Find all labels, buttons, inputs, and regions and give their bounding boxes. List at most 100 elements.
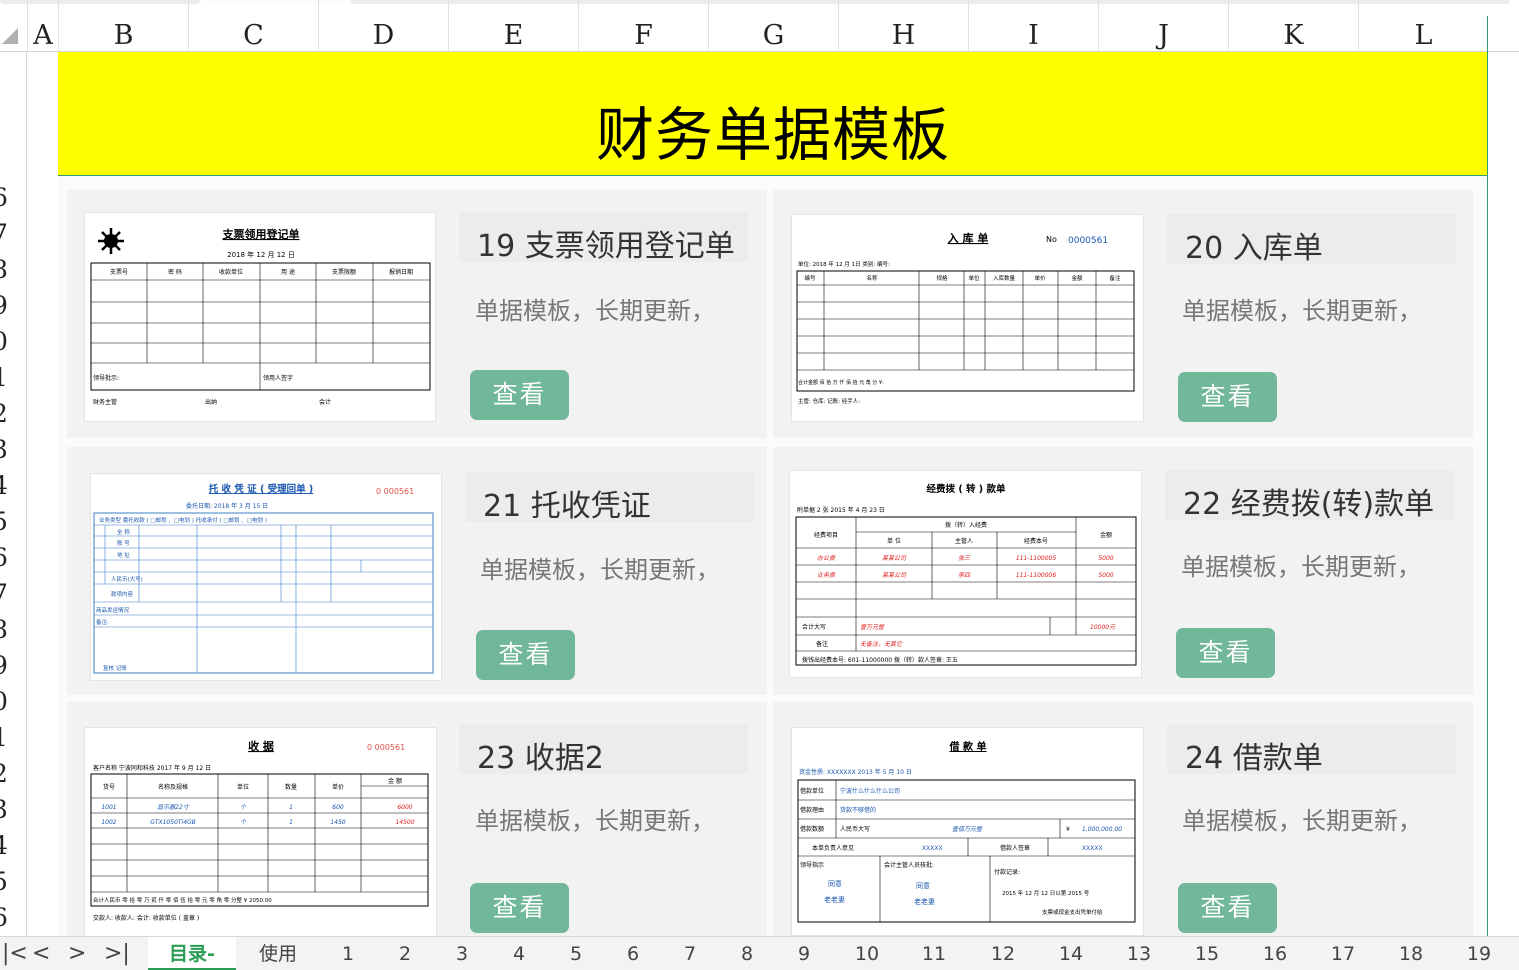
template-card-23: 收 据 0 000561 客户名称 宁波同和科技 2017 年 9 月 12 日 xyxy=(67,702,767,950)
template-card-19: 支票领用登记单 2018 年 12 月 12 日 支票号 密 码 收款单位 用 … xyxy=(67,190,767,438)
svg-text:地 址: 地 址 xyxy=(117,551,130,559)
row-header[interactable]: 7 xyxy=(0,219,8,248)
svg-text:¥: ¥ xyxy=(1066,826,1070,833)
svg-text:商品发运情况: 商品发运情况 xyxy=(96,606,130,614)
sheet-tab[interactable]: 3 xyxy=(442,937,482,970)
view-button[interactable]: 查看 xyxy=(1178,372,1277,422)
thumbnail-check-register[interactable]: 支票领用登记单 2018 年 12 月 12 日 支票号 密 码 收款单位 用 … xyxy=(84,212,436,422)
card-title: 21 托收凭证 xyxy=(483,489,651,524)
sheet-tab[interactable]: 17 xyxy=(1321,937,1365,970)
row-header-bar: 6 7 8 9 0 1 2 3 4 5 6 7 8 9 0 1 2 3 4 5 … xyxy=(0,52,27,936)
row-header[interactable]: 5 xyxy=(0,507,8,536)
sheet-tab[interactable]: 13 xyxy=(1117,937,1161,970)
svg-text:张三: 张三 xyxy=(958,555,971,562)
svg-text:主管: 仓库:: 主管: 仓库: 记账: 经手人: xyxy=(798,397,860,405)
svg-text:0000561: 0000561 xyxy=(1068,236,1108,246)
thumbnail-warehouse-receipt[interactable]: 入 库 单 No 0000561 单位: 2018 年 12 月 1日 类别: … xyxy=(791,214,1144,422)
row-header[interactable]: 7 xyxy=(0,579,8,608)
svg-text:业务费: 业务费 xyxy=(817,571,836,579)
view-button[interactable]: 查看 xyxy=(1178,883,1277,933)
column-header-i[interactable]: I xyxy=(968,0,1098,52)
row-header[interactable]: 5 xyxy=(0,867,8,896)
sheet-tab[interactable]: 4 xyxy=(499,937,539,970)
svg-text:人民币(大写): 人民币(大写) xyxy=(111,575,143,583)
next-sheet-icon[interactable]: > xyxy=(68,941,86,966)
row-header[interactable]: 8 xyxy=(0,615,8,644)
svg-text:财务主管: 财务主管 xyxy=(93,398,117,406)
svg-text:领导指示: 领导指示 xyxy=(800,861,824,869)
sheet-tab[interactable]: 8 xyxy=(727,937,767,970)
sheet-tab[interactable]: 2 xyxy=(385,937,425,970)
svg-text:支票限额: 支票限额 xyxy=(332,268,356,276)
svg-text:0 000561: 0 000561 xyxy=(376,487,414,496)
sheet-tab[interactable]: 15 xyxy=(1185,937,1229,970)
row-header[interactable]: 2 xyxy=(0,759,8,788)
thumbnail-loan-slip[interactable]: 借 款 单 资金性质: XXXXXXX 2013 年 5 月 10 日 借款单位… xyxy=(791,727,1144,936)
view-button[interactable]: 查看 xyxy=(476,630,575,680)
first-sheet-icon[interactable]: |< xyxy=(2,941,28,966)
column-header-c[interactable]: C xyxy=(188,0,318,52)
view-button[interactable]: 查看 xyxy=(1176,628,1275,678)
row-header[interactable]: 1 xyxy=(0,363,8,392)
sheet-tab-usage[interactable]: 使用 xyxy=(240,937,316,970)
view-button[interactable]: 查看 xyxy=(470,370,569,420)
sheet-tab[interactable]: 12 xyxy=(981,937,1025,970)
sheet-tab[interactable]: 16 xyxy=(1253,937,1297,970)
row-header[interactable]: 0 xyxy=(0,327,8,356)
row-header[interactable]: 3 xyxy=(0,795,8,824)
sheet-tab[interactable]: 10 xyxy=(845,937,889,970)
sheet-tab[interactable]: 5 xyxy=(556,937,596,970)
row-header[interactable]: 6 xyxy=(0,543,8,572)
row-header[interactable]: 6 xyxy=(0,903,8,932)
column-header-e[interactable]: E xyxy=(448,0,578,52)
column-header-f[interactable]: F xyxy=(578,0,708,52)
column-header-h[interactable]: H xyxy=(838,0,968,52)
template-card-22: 经费拨 ( 转 ) 款单 附单据 2 张 2015 年 4 月 23 日 经费项… xyxy=(773,447,1473,695)
sheet-tab[interactable]: 7 xyxy=(670,937,710,970)
thumbnail-collection-voucher[interactable]: 托 收 凭 证 ( 受理回单 ) 0 000561 委托日期: 2018 年 3… xyxy=(90,473,442,681)
sheet-tab[interactable]: 6 xyxy=(613,937,653,970)
row-header[interactable]: 2 xyxy=(0,399,8,428)
thumbnail-receipt[interactable]: 收 据 0 000561 客户名称 宁波同和科技 2017 年 9 月 12 日 xyxy=(84,727,437,938)
view-button[interactable]: 查看 xyxy=(470,883,569,933)
row-header[interactable]: 4 xyxy=(0,831,8,860)
row-header[interactable]: 3 xyxy=(0,435,8,464)
column-header-l[interactable]: L xyxy=(1358,0,1488,52)
svg-text:6000: 6000 xyxy=(397,804,412,811)
template-card-20: 入 库 单 No 0000561 单位: 2018 年 12 月 1日 类别: … xyxy=(773,190,1473,438)
column-header-d[interactable]: D xyxy=(318,0,448,52)
svg-text:交款人: 收款人:: 交款人: 收款人: 会计: 收款单位 ( 盖章 ) xyxy=(93,914,199,922)
row-header[interactable]: 6 xyxy=(0,183,8,212)
row-header[interactable]: 0 xyxy=(0,687,8,716)
svg-text:名称: 名称 xyxy=(866,274,878,282)
svg-text:备注:: 备注: xyxy=(96,618,109,626)
svg-text:货款不够借的: 货款不够借的 xyxy=(840,806,876,814)
sheet-tab[interactable]: 9 xyxy=(784,937,824,970)
thumbnail-fund-transfer[interactable]: 经费拨 ( 转 ) 款单 附单据 2 张 2015 年 4 月 23 日 经费项… xyxy=(789,470,1142,678)
sheet-tab[interactable]: 19 xyxy=(1457,937,1501,970)
row-header[interactable]: 8 xyxy=(0,255,8,284)
row-header[interactable]: 1 xyxy=(0,723,8,752)
previous-sheet-icon[interactable]: < xyxy=(32,941,50,966)
card-description: 单据模板，长期更新， xyxy=(480,556,720,584)
row-header[interactable]: 9 xyxy=(0,651,8,680)
svg-text:1450: 1450 xyxy=(330,819,345,826)
svg-text:账 号: 账 号 xyxy=(117,539,130,547)
sheet-tab[interactable]: 14 xyxy=(1049,937,1093,970)
column-header-k[interactable]: K xyxy=(1228,0,1358,52)
sheet-tab[interactable]: 11 xyxy=(912,937,956,970)
column-header-g[interactable]: G xyxy=(708,0,838,52)
svg-text:拨钱出经费本号: 601-11000000: 拨钱出经费本号: 601-11000000 拨（转）款人签章: 王五 xyxy=(802,656,958,664)
row-header[interactable]: 9 xyxy=(0,291,8,320)
last-sheet-icon[interactable]: >| xyxy=(104,941,130,966)
form-date: 2018 年 12 月 12 日 xyxy=(227,250,295,259)
select-all-corner[interactable] xyxy=(0,24,18,44)
row-header[interactable]: 4 xyxy=(0,471,8,500)
svg-text:GTX1050Ti4GB: GTX1050Ti4GB xyxy=(150,819,196,826)
sheet-tab-catalog[interactable]: 目录- xyxy=(148,937,236,970)
sheet-tab[interactable]: 1 xyxy=(328,937,368,970)
column-header-j[interactable]: J xyxy=(1098,0,1228,52)
column-header-a[interactable]: A xyxy=(27,0,58,52)
sheet-tab[interactable]: 18 xyxy=(1389,937,1433,970)
column-header-b[interactable]: B xyxy=(58,0,188,52)
